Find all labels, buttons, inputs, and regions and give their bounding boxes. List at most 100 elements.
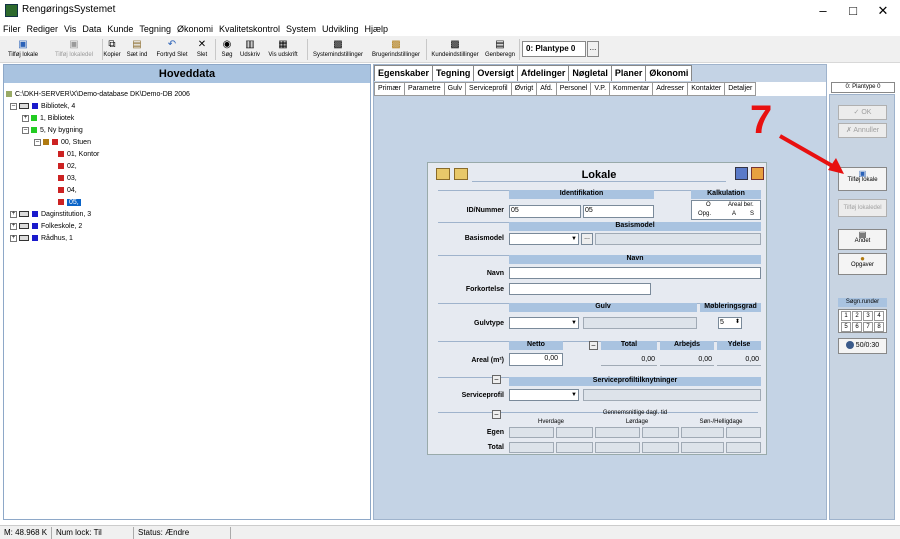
menu-tegning[interactable]: Tegning — [136, 22, 174, 36]
round-8[interactable]: 8 — [874, 322, 884, 332]
tab-noegletal[interactable]: Nøgletal — [568, 65, 612, 81]
saturdays-header: Lørdage — [625, 419, 649, 425]
copy-button[interactable]: ⧉ Kopier — [103, 38, 121, 62]
collapse-icon[interactable]: – — [22, 126, 29, 134]
tab-egenskaber[interactable]: Egenskaber — [374, 65, 434, 81]
maximize-button[interactable]: □ — [838, 0, 868, 22]
round-3[interactable]: 3 — [863, 311, 873, 321]
ok-button[interactable]: ✓ OK — [838, 105, 887, 120]
tree-item-folkeskole[interactable]: + Folkeskole, 2 — [10, 221, 82, 233]
tab-oversigt[interactable]: Oversigt — [473, 65, 518, 81]
collapse-icon[interactable]: – — [10, 102, 17, 110]
menu-filer[interactable]: Filer — [0, 22, 24, 36]
rounds-time-button[interactable]: 50/0:30 — [838, 338, 887, 354]
expand-icon[interactable]: + — [22, 114, 29, 122]
delete-button[interactable]: ✕ Slet — [194, 38, 210, 62]
menu-data[interactable]: Data — [79, 22, 104, 36]
abbreviation-field[interactable] — [509, 283, 651, 295]
collapse-icon[interactable]: – — [34, 138, 41, 146]
tree-item-kontor[interactable]: 01, Kontor — [58, 149, 99, 161]
tab-planer[interactable]: Planer — [610, 65, 647, 81]
service-toggle-button[interactable]: – — [492, 375, 501, 384]
tree-item-stuen[interactable]: –00, Stuen — [34, 137, 91, 149]
menu-hjaelp[interactable]: Hjælp — [362, 22, 392, 36]
tab-primaer[interactable]: Primær — [374, 82, 405, 96]
menu-kvalitetskontrol[interactable]: Kvalitetskontrol — [216, 22, 283, 36]
id-field-2[interactable]: 05 — [583, 205, 654, 218]
stepper-arrows-icon[interactable]: ⬍ — [735, 317, 740, 327]
plantype-field[interactable]: 0: Plantype 0 — [522, 41, 586, 57]
tab-afdelinger[interactable]: Afdelinger — [516, 65, 570, 81]
tab-afd[interactable]: Afd. — [536, 82, 557, 96]
tab-parametre[interactable]: Parametre — [403, 82, 445, 96]
tree-item-daginstitution[interactable]: + Daginstitution, 3 — [10, 209, 91, 221]
tab-vp[interactable]: V.P. — [590, 82, 611, 96]
menu-udvikling[interactable]: Udvikling — [319, 22, 362, 36]
add-room-part-button[interactable]: ▣ Tilføj lokaledel — [48, 38, 100, 62]
expand-icon[interactable]: + — [10, 234, 17, 242]
tab-serviceprofil[interactable]: Serviceprofil — [465, 82, 512, 96]
calculator-icon[interactable] — [735, 167, 748, 180]
tasks-button[interactable]: ● Opgaver — [838, 253, 887, 275]
search-button[interactable]: ◉ Søg — [219, 38, 235, 62]
paste-button[interactable]: ▤ Sæt ind — [124, 38, 150, 62]
furnishing-stepper[interactable]: 5 ⬍ — [718, 317, 742, 329]
add-room-part-side-button[interactable]: Tilføj lokaledel — [838, 199, 887, 217]
floortype-select[interactable]: ▼ — [509, 317, 579, 329]
user-settings-button[interactable]: ▩ Brugerindstillinger — [369, 38, 423, 62]
basismodel-select[interactable]: ▼ — [509, 233, 579, 245]
folder-open-icon[interactable] — [454, 168, 468, 180]
expand-icon[interactable]: + — [10, 210, 17, 218]
menu-rediger[interactable]: Rediger — [24, 22, 62, 36]
area-toggle-button[interactable]: – — [589, 341, 598, 350]
tab-tegning[interactable]: Tegning — [432, 65, 475, 81]
minimize-button[interactable]: – — [808, 0, 838, 22]
tab-gulv[interactable]: Gulv — [443, 82, 467, 96]
service-profile-select[interactable]: ▼ — [509, 389, 579, 401]
tab-adresser[interactable]: Adresser — [652, 82, 689, 96]
round-4[interactable]: 4 — [874, 311, 884, 321]
tree-item-03[interactable]: 03, — [58, 173, 77, 185]
expand-icon[interactable]: + — [10, 222, 17, 230]
round-1[interactable]: 1 — [841, 311, 851, 321]
tab-kontakter[interactable]: Kontakter — [687, 82, 726, 96]
folder-icon[interactable] — [436, 168, 450, 180]
name-field[interactable] — [509, 267, 761, 279]
tree-item-raadhus[interactable]: + Rådhus, 1 — [10, 233, 73, 245]
round-5[interactable]: 5 — [841, 322, 851, 332]
net-area-field[interactable]: 0,00 — [509, 353, 563, 366]
time-toggle-button[interactable]: – — [492, 410, 501, 419]
tree-item-02[interactable]: 02, — [58, 161, 77, 173]
tab-personel[interactable]: Personel — [555, 82, 592, 96]
menu-oekonomi[interactable]: Økonomi — [174, 22, 216, 36]
close-button[interactable]: ✕ — [868, 0, 898, 22]
print-preview-button[interactable]: ▦ Vis udskrift — [264, 38, 302, 62]
customer-settings-button[interactable]: ▩ Kundeindstillinger — [430, 38, 480, 62]
tree-item-04[interactable]: 04, — [58, 185, 77, 197]
round-6[interactable]: 6 — [852, 322, 862, 332]
other-button[interactable]: ▤ Andet — [838, 229, 887, 250]
tree-item-1-bibliotek[interactable]: +1, Bibliotek — [22, 113, 74, 125]
round-2[interactable]: 2 — [852, 311, 862, 321]
plantype-browse-button[interactable]: ... — [587, 41, 599, 57]
tree-item-ny-bygning[interactable]: –5, Ny bygning — [22, 125, 83, 137]
tab-kommentar[interactable]: Kommentar — [609, 82, 654, 96]
plantype-tab[interactable]: 0: Plantype 0 — [831, 82, 895, 93]
menu-vis[interactable]: Vis — [61, 22, 79, 36]
basismodel-browse-button[interactable]: ... — [581, 233, 593, 245]
tab-oekonomi[interactable]: Økonomi — [645, 65, 693, 81]
tools-icon[interactable] — [751, 167, 764, 180]
menu-system[interactable]: System — [283, 22, 319, 36]
tree-item-05-selected[interactable]: 05, — [58, 197, 81, 209]
system-settings-button[interactable]: ▩ Systemindstillinger — [310, 38, 366, 62]
recalculate-button[interactable]: ▤ Genberegn — [484, 38, 516, 62]
tab-oevrigt[interactable]: Øvrigt — [510, 82, 538, 96]
round-7[interactable]: 7 — [863, 322, 873, 332]
tab-detaljer[interactable]: Detaljer — [724, 82, 757, 96]
print-button[interactable]: ▥ Udskriv — [238, 38, 262, 62]
tree-item-bibliotek[interactable]: – Bibliotek, 4 — [10, 101, 75, 113]
id-field-1[interactable]: 05 — [509, 205, 581, 218]
undo-delete-button[interactable]: ↶ Fortryd Slet — [153, 38, 191, 62]
add-room-button[interactable]: ▣ Tilføj lokale — [2, 38, 44, 62]
menu-kunde[interactable]: Kunde — [104, 22, 136, 36]
